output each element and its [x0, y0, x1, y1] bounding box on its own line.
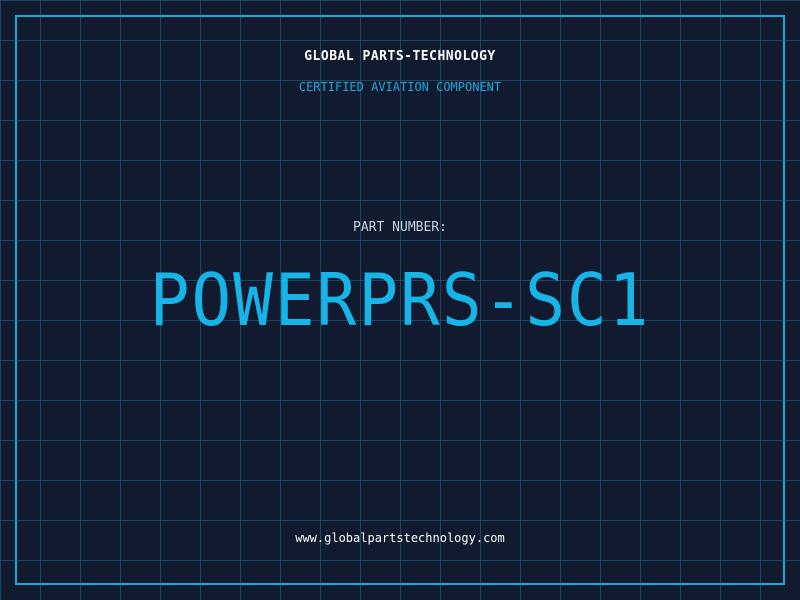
part-number: POWERPRS-SC1: [149, 258, 651, 342]
company-name: GLOBAL PARTS-TECHNOLOGY: [304, 49, 496, 64]
website-url: www.globalpartstechnology.com: [295, 531, 505, 545]
tagline: CERTIFIED AVIATION COMPONENT: [298, 80, 502, 94]
part-number-label: PART NUMBER:: [353, 220, 447, 235]
